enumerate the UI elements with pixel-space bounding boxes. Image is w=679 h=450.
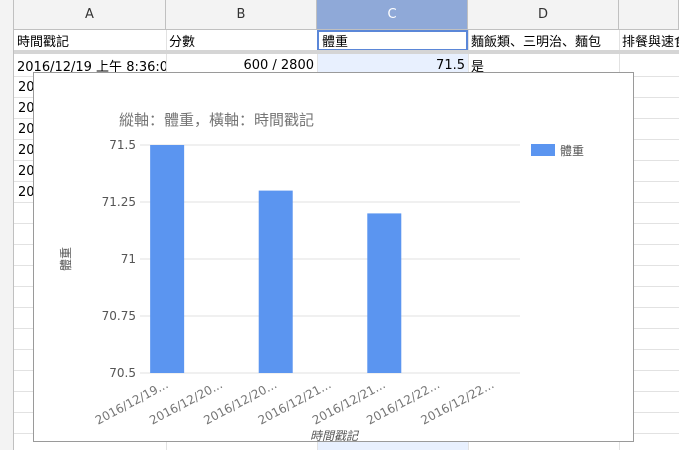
header-cell-timestamp[interactable]: 時間戳記	[14, 30, 166, 51]
embedded-bar-chart[interactable]: 縱軸：體重，橫軸：時間戳記 71.5 71.25 71 70.75 70.5 2016/12…	[33, 72, 634, 443]
column-header-d[interactable]: D	[468, 0, 619, 30]
y-tick-label: 70.75	[102, 309, 136, 323]
chart-canvas: 縱軸：體重，橫軸：時間戳記71.571.257170.7570.52016/12…	[59, 111, 584, 443]
x-axis-title: 時間戳記	[310, 429, 360, 443]
legend-label: 體重	[560, 144, 584, 158]
column-header-c[interactable]: C	[317, 0, 468, 30]
column-header-e[interactable]	[619, 0, 679, 30]
legend-swatch	[531, 144, 555, 156]
frozen-row-divider[interactable]	[14, 50, 679, 54]
column-header-b[interactable]: B	[166, 0, 317, 30]
header-cell-weight[interactable]: 體重	[317, 30, 468, 51]
row-number-gutter[interactable]	[0, 0, 14, 450]
y-tick-label: 70.5	[109, 366, 136, 380]
chart-title: 縱軸：體重，橫軸：時間戳記	[119, 111, 314, 129]
bar	[258, 190, 293, 373]
bar	[367, 213, 402, 373]
y-axis-title: 體重	[59, 247, 73, 271]
bar	[150, 145, 185, 373]
header-cell-rice-noodles[interactable]: 麵飯類、三明治、麵包	[468, 30, 619, 51]
header-cell-score[interactable]: 分數	[166, 30, 317, 51]
y-tick-label: 71.25	[102, 195, 136, 209]
y-tick-label: 71	[121, 252, 136, 266]
header-cell-meals[interactable]: 排餐與速食	[619, 30, 679, 51]
column-header-a[interactable]: A	[14, 0, 166, 30]
y-tick-label: 71.5	[109, 138, 136, 152]
